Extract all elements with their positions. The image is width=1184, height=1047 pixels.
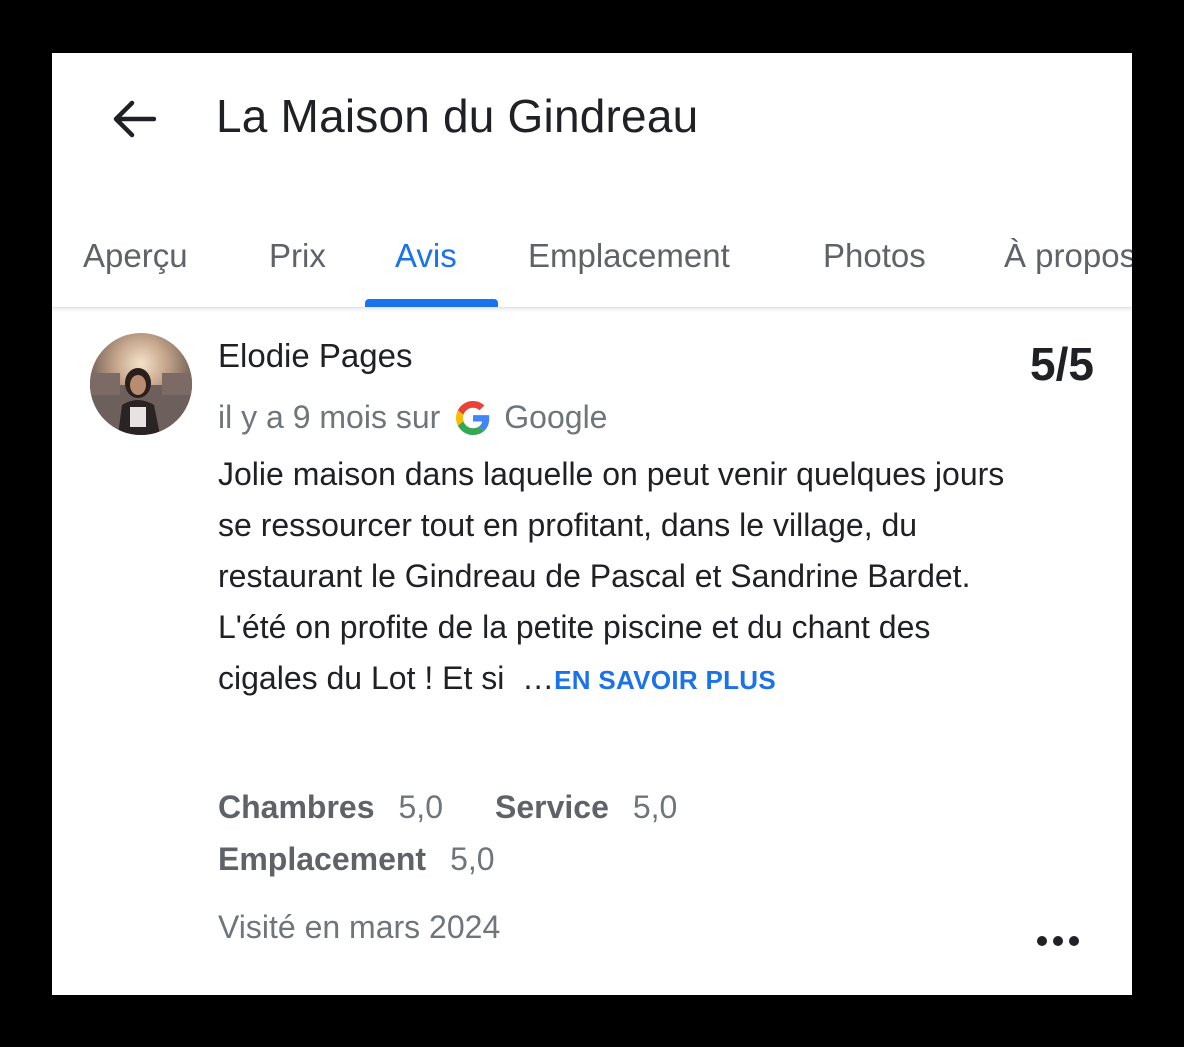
review-rating: 5/5: [1030, 338, 1094, 390]
screen: La Maison du Gindreau Aperçu Prix Avis E…: [52, 53, 1132, 995]
sub-ratings-row-2: Emplacement 5,0: [218, 833, 677, 885]
review-menu-button[interactable]: [1028, 921, 1088, 961]
tab-bar: Aperçu Prix Avis Emplacement Photos À pr…: [52, 233, 1132, 308]
sub-rating-label: Service: [494, 789, 609, 825]
page-title: La Maison du Gindreau: [216, 90, 699, 142]
more-horiz-icon: [1037, 936, 1079, 946]
active-tab-indicator: [365, 299, 498, 307]
tab-prix[interactable]: Prix: [269, 237, 326, 275]
visit-date: Visité en mars 2024: [218, 909, 501, 945]
review-source: Google: [504, 399, 608, 435]
sub-rating-label: Emplacement: [218, 841, 427, 877]
back-button[interactable]: [104, 93, 164, 145]
tab-emplacement[interactable]: Emplacement: [528, 237, 730, 275]
sub-ratings: Chambres 5,0 Service 5,0 Emplacement 5,0: [218, 781, 677, 885]
read-more-link[interactable]: EN SAVOIR PLUS: [554, 665, 776, 695]
sub-rating-value: 5,0: [632, 789, 678, 825]
tab-avis[interactable]: Avis: [395, 237, 457, 275]
avatar[interactable]: [90, 333, 192, 435]
google-icon: [456, 400, 490, 435]
reviewer-name[interactable]: Elodie Pages: [218, 337, 412, 375]
arrow-back-icon: [113, 100, 156, 138]
sub-rating-value: 5,0: [450, 841, 495, 877]
review-text-block: Jolie maison dans laquelle on peut venir…: [218, 449, 1018, 706]
sub-rating-value: 5,0: [398, 789, 443, 825]
tab-apercu[interactable]: Aperçu: [83, 237, 188, 275]
review-meta: il y a 9 mois sur Google: [218, 399, 607, 436]
sub-ratings-row-1: Chambres 5,0 Service 5,0: [218, 781, 677, 833]
review-time: il y a 9 mois sur: [218, 399, 441, 435]
tab-a-propos[interactable]: À propos: [1004, 237, 1132, 275]
sub-rating-label: Chambres: [218, 789, 375, 825]
review-ellipsis: …: [522, 660, 555, 696]
review-text: Jolie maison dans laquelle on peut venir…: [218, 456, 1005, 696]
tab-photos[interactable]: Photos: [823, 237, 926, 275]
